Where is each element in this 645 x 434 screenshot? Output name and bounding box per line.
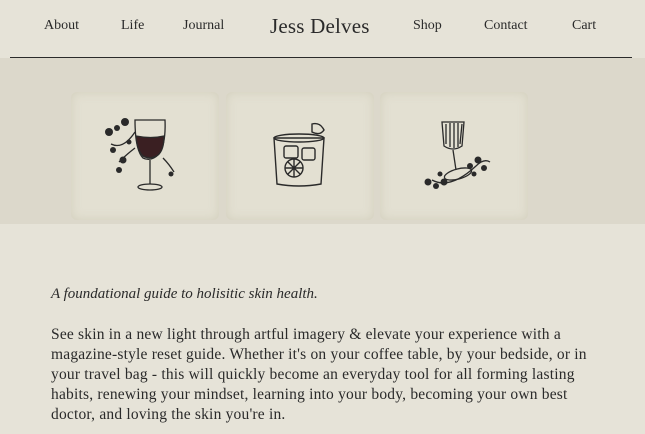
hero-tile-cocktail: [226, 92, 374, 220]
nav-link-cart[interactable]: Cart: [572, 18, 596, 34]
guide-tagline: A foundational guide to holisitic skin h…: [51, 286, 318, 302]
nav-link-life[interactable]: Life: [121, 18, 144, 34]
hero-tile-wine: [71, 92, 219, 220]
nav-link-contact[interactable]: Contact: [484, 18, 528, 34]
guide-description: See skin in a new light through artful i…: [51, 326, 587, 423]
wine-glass-flowers-icon: [105, 118, 175, 191]
cocktail-glass-citrus-icon: [273, 122, 325, 187]
site-logo[interactable]: Jess Delves: [270, 14, 370, 39]
top-navigation: About Life Journal Jess Delves Shop Cont…: [0, 0, 645, 57]
nav-link-about[interactable]: About: [44, 18, 79, 34]
nav-link-shop[interactable]: Shop: [413, 18, 442, 34]
tipped-glass-berries-icon: [424, 121, 491, 189]
hero-banner: [0, 58, 645, 224]
nav-link-journal[interactable]: Journal: [183, 18, 224, 34]
hero-tile-berries: [380, 92, 528, 220]
